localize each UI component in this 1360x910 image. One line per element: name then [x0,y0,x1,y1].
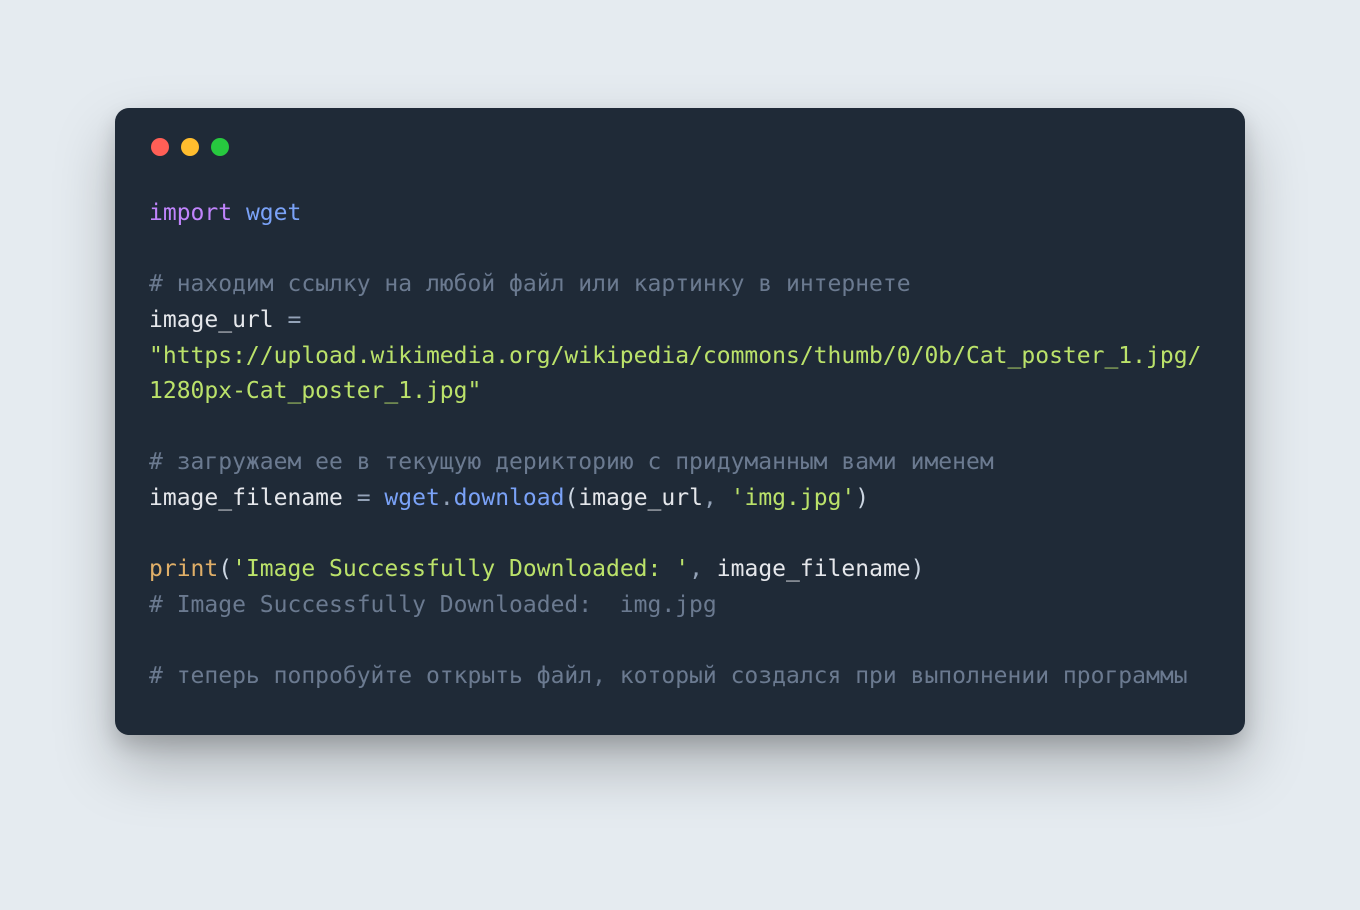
code-block: import wget # находим ссылку на любой фа… [149,196,1211,695]
operator-dot: . [440,485,454,511]
paren-close: ) [855,485,869,511]
arg-image-url: image_url [578,485,703,511]
module-wget: wget [384,485,439,511]
var-image-url: image_url [149,307,274,333]
string-url: "https://upload.wikimedia.org/wikipedia/… [149,343,1201,405]
operator-eq: = [343,485,385,511]
paren-close: ) [911,556,925,582]
string-msg: 'Image Successfully Downloaded: ' [232,556,689,582]
code-comment: # загружаем ее в текущую дерикторию с пр… [149,449,994,475]
paren-open: ( [218,556,232,582]
fn-download: download [454,485,565,511]
code-snippet-card: import wget # находим ссылку на любой фа… [115,108,1245,735]
arg-image-filename: image_filename [717,556,911,582]
window-traffic-lights [149,138,1211,156]
paren-open: ( [564,485,578,511]
comma: , [689,556,717,582]
string-img: 'img.jpg' [731,485,856,511]
module-wget: wget [246,200,301,226]
operator-eq: = [274,307,302,333]
fn-print: print [149,556,218,582]
code-comment: # Image Successfully Downloaded: img.jpg [149,592,717,618]
comma: , [703,485,731,511]
keyword-import: import [149,200,232,226]
code-comment: # находим ссылку на любой файл или карти… [149,271,911,297]
close-icon [151,138,169,156]
var-image-filename: image_filename [149,485,343,511]
minimize-icon [181,138,199,156]
zoom-icon [211,138,229,156]
code-comment: # теперь попробуйте открыть файл, которы… [149,663,1188,689]
